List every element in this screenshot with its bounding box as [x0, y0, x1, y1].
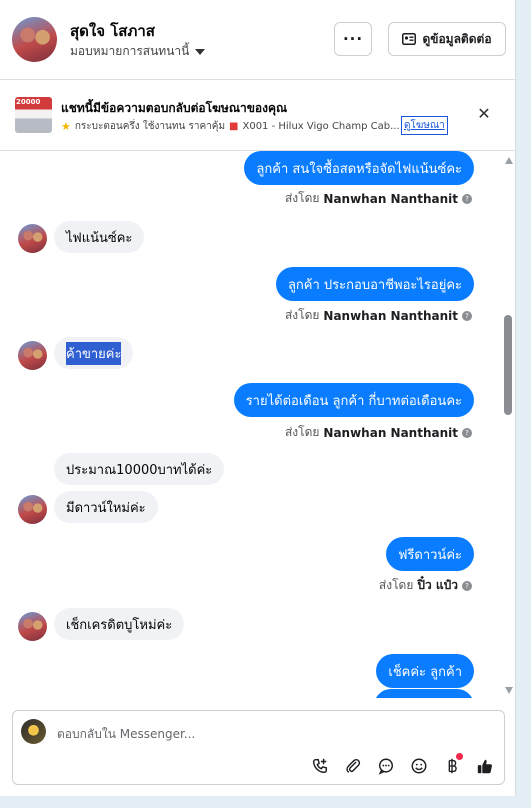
ad-banner-details: ★ กระบะตอนครึ่ง ใช้งานทน ราคาคุ้ม ■ X001…	[61, 119, 401, 134]
caret-down-icon	[195, 48, 206, 55]
page-avatar	[21, 719, 46, 744]
assign-label: มอบหมายการสนทนานี้	[70, 44, 190, 58]
sender-name: Nanwhan Nanthanit	[323, 191, 458, 206]
thread-scrollbar[interactable]	[502, 152, 514, 697]
contact-name[interactable]: สุดใจ โสภาส	[70, 19, 155, 43]
chat-bubble-icon[interactable]	[375, 755, 397, 777]
outgoing-message-partial[interactable]	[374, 689, 474, 698]
ad-reply-banner: 20000 แชทนี้มีข้อความตอบกลับต่อโฆษณาของค…	[0, 80, 516, 151]
contact-avatar-small	[18, 224, 47, 253]
scroll-down-arrow-icon[interactable]	[505, 687, 513, 694]
outgoing-message[interactable]: ลูกค้า สนใจซื้อสดหรือจัดไฟแน้นซ์คะ	[244, 151, 474, 185]
truck-icon: ■	[229, 121, 239, 132]
info-icon[interactable]: ?	[462, 580, 472, 591]
more-icon: ···	[342, 30, 364, 48]
contact-avatar-small	[18, 495, 47, 524]
sent-by-prefix: ส่งโดย	[284, 191, 320, 205]
view-ad-link[interactable]: ดูโฆษณา	[401, 116, 448, 135]
info-icon[interactable]: ?	[462, 310, 472, 321]
sent-by-prefix: ส่งโดย	[284, 308, 320, 322]
composer-toolbar	[309, 753, 496, 777]
outgoing-message[interactable]: เช็คค่ะ ลูกค้า	[376, 654, 474, 688]
message-thread[interactable]: ลูกค้า สนใจซื้อสดหรือจัดไฟแน้นซ์คะ ส่งโด…	[0, 151, 516, 698]
sent-by-prefix: ส่งโดย	[378, 578, 414, 592]
scrollbar-thumb[interactable]	[504, 315, 512, 415]
sent-by-label: ส่งโดย ปิ๋ว แป๋ว ?	[379, 576, 472, 595]
baht-icon[interactable]	[441, 753, 463, 777]
contact-card-icon	[402, 33, 417, 45]
paperclip-icon[interactable]	[342, 755, 364, 777]
incoming-message[interactable]: ไฟแน้นซ์คะ	[54, 221, 145, 253]
info-icon[interactable]: ?	[462, 193, 472, 204]
incoming-message[interactable]: ประมาณ10000บาทได้ค่ะ	[54, 453, 225, 485]
sender-name: Nanwhan Nanthanit	[323, 425, 458, 440]
notification-dot	[456, 753, 463, 760]
assign-conversation-dropdown[interactable]: มอบหมายการสนทนานี้	[70, 42, 206, 61]
sender-name: Nanwhan Nanthanit	[323, 308, 458, 323]
incoming-message[interactable]: มีดาวน์ใหม่ค่ะ	[54, 491, 158, 523]
view-contact-button[interactable]: ดูข้อมูลติดต่อ	[388, 22, 506, 56]
incoming-message[interactable]: เช็กเครดิตบูโหม่ค่ะ	[54, 608, 185, 640]
more-options-button[interactable]: ···	[334, 22, 372, 56]
reply-input[interactable]: ตอบกลับใน Messenger...	[57, 725, 195, 744]
selected-text: ค้าขายค่ะ	[66, 341, 122, 365]
conversation-panel: สุดใจ โสภาส มอบหมายการสนทนานี้ ··· ดูข้อ…	[0, 0, 516, 796]
sender-name: ปิ๋ว แป๋ว	[417, 578, 458, 592]
outgoing-message[interactable]: ฟรีดาวน์ค่ะ	[386, 537, 474, 571]
ad-detail-a: กระบะตอนครึ่ง ใช้งานทน ราคาคุ้ม	[74, 121, 226, 132]
sent-by-label: ส่งโดย Nanwhan Nanthanit ?	[285, 423, 472, 442]
ad-detail-b: X001 - Hilux Vigo Champ Cab...	[242, 121, 400, 132]
star-icon: ★	[61, 120, 71, 133]
close-icon[interactable]: ✕	[476, 106, 492, 122]
ad-banner-title: แชทนี้มีข้อความตอบกลับต่อโฆษณาของคุณ	[61, 101, 288, 115]
emoji-icon[interactable]	[408, 755, 430, 777]
ad-thumbnail[interactable]: 20000	[15, 97, 52, 133]
scroll-up-arrow-icon[interactable]	[505, 157, 513, 164]
outgoing-message[interactable]: รายได้ต่อเดือน ลูกค้า กี่บาทต่อเดือนคะ	[233, 383, 474, 417]
incoming-message[interactable]: ค้าขายค่ะ	[54, 337, 134, 369]
outgoing-message[interactable]: ลูกค้า ประกอบอาชีพอะไรอยู่คะ	[275, 267, 474, 301]
contact-avatar[interactable]	[12, 17, 57, 62]
sent-by-label: ส่งโดย Nanwhan Nanthanit ?	[285, 189, 472, 208]
reply-composer[interactable]: ตอบกลับใน Messenger...	[12, 710, 505, 785]
thumbs-up-icon[interactable]	[474, 755, 496, 777]
contact-avatar-small	[18, 341, 47, 370]
view-contact-label: ดูข้อมูลติดต่อ	[422, 31, 492, 46]
sent-by-label: ส่งโดย Nanwhan Nanthanit ?	[285, 306, 472, 325]
contact-avatar-small	[18, 612, 47, 641]
conversation-header: สุดใจ โสภาส มอบหมายการสนทนานี้ ··· ดูข้อ…	[0, 0, 516, 80]
sent-by-prefix: ส่งโดย	[284, 425, 320, 439]
add-call-icon[interactable]	[309, 755, 331, 777]
ad-thumbnail-price: 20000	[16, 98, 41, 106]
info-icon[interactable]: ?	[462, 427, 472, 438]
